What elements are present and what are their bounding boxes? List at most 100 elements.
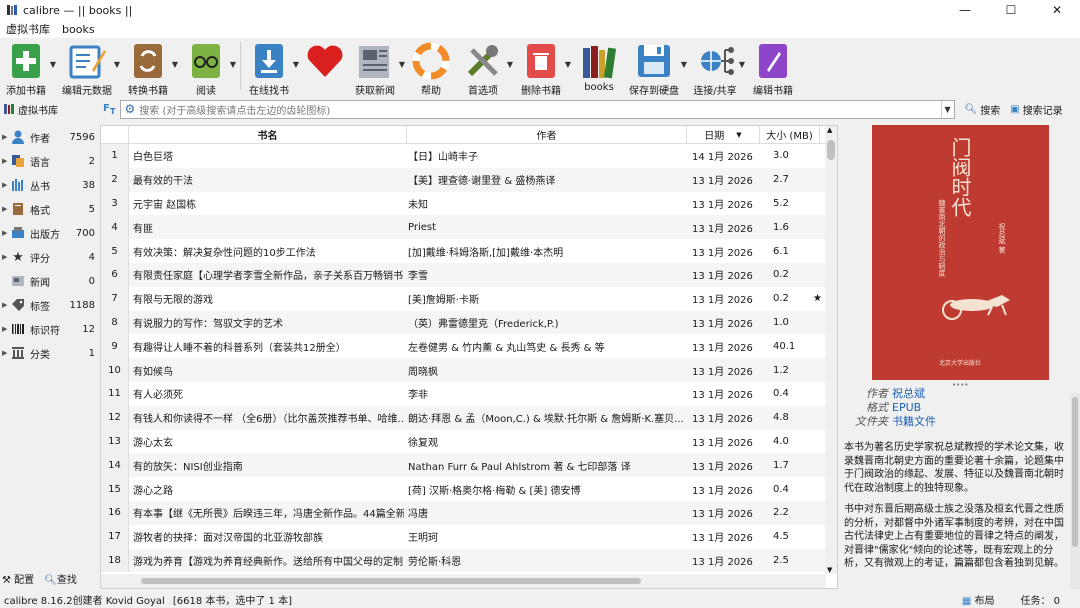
expand-arrow-icon[interactable]: ▶ [2, 301, 10, 309]
row-number: 7 [101, 286, 129, 311]
get-books-button[interactable]: 在线找书 ▼ [247, 38, 299, 97]
layout-button[interactable]: ▦ 布局 [962, 592, 995, 607]
expand-arrow-icon[interactable]: ▶ [2, 181, 10, 189]
column-header-author[interactable]: 作者 [407, 126, 687, 143]
connect-share-button[interactable]: 连接/共享 ▼ [693, 38, 745, 97]
donate-heart-button[interactable] [303, 38, 347, 93]
chevron-down-icon[interactable]: ▼ [739, 60, 745, 69]
chevron-down-icon[interactable]: ▼ [50, 60, 56, 69]
expand-arrow-icon[interactable]: ▶ [2, 253, 10, 261]
virtual-library-button[interactable]: 虚拟书库 [3, 102, 103, 117]
maximize-icon[interactable]: ☐ [988, 0, 1034, 20]
table-row[interactable]: 11 有人必须死 李非 13 1月 2026 0.4 [101, 381, 837, 406]
tag-item-publishers[interactable]: ▶ 出版方 700 [0, 221, 99, 245]
table-row[interactable]: 10 有如候鸟 周晓枫 13 1月 2026 1.2 [101, 358, 837, 382]
author-link[interactable]: 祝总斌 [892, 387, 925, 400]
cell-size: 5.2 [773, 197, 789, 209]
row-number: 15 [101, 477, 129, 501]
chevron-down-icon[interactable]: ▼ [399, 60, 405, 69]
table-row[interactable]: 18 游戏为养育【游戏为养育经典新作。送给所有中国父母的定制... 劳伦斯·科恩 13… [101, 548, 837, 573]
edit-metadata-button[interactable]: 编辑元数据 ▼ [62, 38, 120, 97]
table-row[interactable]: 6 有限责任家庭【心理学者李雪全新作品，亲子关系百万畅销书... 李雪 13 1月 2… [101, 262, 837, 287]
cell-size: 0.2 [773, 269, 789, 281]
chevron-down-icon[interactable]: ▼ [940, 100, 954, 118]
save-to-disk-button[interactable]: 保存到硬盘 ▼ [629, 38, 687, 97]
remove-books-button[interactable]: 删除书籍 ▼ [519, 38, 571, 97]
table-row[interactable]: 1 白色巨塔 【日】山崎丰子 14 1月 2026 3.0 [101, 144, 837, 168]
tag-item-identifiers[interactable]: ▶ 标识符 12 [0, 317, 99, 341]
row-number: 1 [101, 144, 129, 168]
convert-icon [134, 44, 162, 78]
tag-item-tags[interactable]: ▶ 标签 1188 [0, 293, 99, 317]
column-header-size[interactable]: 大小 (MB) [760, 126, 820, 143]
tag-item-series[interactable]: ▶ 丛书 38 [0, 173, 99, 197]
table-row[interactable]: 2 最有效的干法 【美】理查德·谢里登 & 盛杨燕译 13 1月 2026 2.7 [101, 167, 837, 192]
table-row[interactable]: 12 有钱人和你读得不一样 （全6册）（比尔盖茨推荐书单、哈维... 朗达·拜恩 &… [101, 405, 837, 430]
search-button[interactable]: 🔍︎ 搜索 [965, 102, 1001, 117]
read-button[interactable]: 阅读 ▼ [184, 38, 236, 97]
chevron-down-icon[interactable]: ▼ [114, 60, 120, 69]
resize-handle-icon[interactable]: •••• [952, 381, 969, 389]
help-button[interactable]: 帮助 [409, 38, 453, 97]
tag-item-formats[interactable]: ▶ 格式 5 [0, 197, 99, 221]
minimize-icon[interactable]: — [942, 0, 988, 20]
chevron-down-icon[interactable]: ▼ [172, 60, 178, 69]
expand-arrow-icon[interactable]: ▶ [2, 325, 10, 333]
tag-item-categories[interactable]: ▶ 分类 1 [0, 341, 99, 365]
library-button[interactable]: books [577, 38, 621, 93]
table-row[interactable]: 13 游心太玄 徐复观 13 1月 2026 4.0 [101, 429, 837, 454]
details-scrollbar[interactable] [1070, 393, 1080, 589]
fetch-news-button[interactable]: 获取新闻 ▼ [353, 38, 405, 97]
column-header-date[interactable]: 日期 ▼ [687, 126, 760, 143]
expand-arrow-icon[interactable]: ▶ [2, 229, 10, 237]
horizontal-scrollbar[interactable] [101, 574, 826, 588]
book-cover[interactable]: 门阀时代 魏晋南北朝的政治与制度 祝总斌 著 北京大学出版社 [872, 125, 1049, 380]
chevron-down-icon[interactable]: ▼ [565, 60, 571, 69]
column-header-title[interactable]: 书名 [129, 126, 407, 143]
gear-icon[interactable]: ⚙ [125, 102, 136, 116]
vertical-scrollbar[interactable]: ▲ ▼ [825, 126, 837, 574]
table-row[interactable]: 3 元宇宙 赵国栋 未知 13 1月 2026 5.2 [101, 191, 837, 216]
jobs-indicator[interactable]: 任务： 0 [1020, 592, 1060, 607]
table-row[interactable]: 15 游心之路 [荷] 汉斯·格奥尔格·梅勒 & [美] 德安博 13 1月 2026… [101, 477, 837, 501]
chevron-down-icon[interactable]: ▼ [230, 60, 236, 69]
news-icon [359, 46, 389, 78]
table-row[interactable]: 4 有匪 Priest 13 1月 2026 1.6 [101, 215, 837, 240]
cell-title: 有限与无限的游戏 [133, 295, 213, 307]
folder-link[interactable]: 书籍文件 [892, 415, 936, 428]
preferences-button[interactable]: 首选项 ▼ [461, 38, 513, 97]
saved-searches-button[interactable]: ▣ 搜索记录 [1010, 102, 1062, 117]
table-row[interactable]: 8 有说服力的写作：驾驭文字的艺术 （英）弗雷德里克（Frederick,P.) 13… [101, 310, 837, 335]
add-book-button[interactable]: 添加书籍 ▼ [4, 38, 56, 97]
cell-author: 朗达·拜恩 & 孟（Moon,C.) & 埃默·托尔斯 & 詹姆斯·K.塞贝..… [408, 414, 684, 426]
find-button[interactable]: 🔍︎查找 [44, 571, 77, 586]
table-row[interactable]: 9 有趣得让人睡不着的科普系列（套装共12册全） 左卷健男 & 竹内薰 & 丸山笃史… [101, 334, 837, 359]
expand-arrow-icon[interactable]: ▶ [2, 133, 10, 141]
full-text-search-icon[interactable]: FT [103, 103, 116, 116]
search-input[interactable]: ⚙ 搜索 (对于高级搜索请点击左边的齿轮图标) ▼ [119, 99, 955, 119]
tag-item-news[interactable]: 新闻 0 [0, 269, 99, 293]
format-link[interactable]: EPUB [892, 401, 921, 414]
tag-item-languages[interactable]: ▶ 语言 2 [0, 149, 99, 173]
convert-book-button[interactable]: 转换书籍 ▼ [126, 38, 178, 97]
table-row[interactable]: 16 有本事【继《无所畏》后睽违三年，冯唐全新作品。44篇全新... 冯唐 13 1月… [101, 500, 837, 525]
table-row[interactable]: 17 游牧者的抉择：面对汉帝国的北亚游牧部族 王明珂 13 1月 2026 4.5 [101, 524, 837, 549]
table-row[interactable]: 7 有限与无限的游戏 [美]詹姆斯·卡斯 13 1月 2026 0.2 ★ [101, 286, 837, 311]
chevron-down-icon[interactable]: ▼ [293, 60, 299, 69]
expand-arrow-icon[interactable]: ▶ [2, 205, 10, 213]
table-row[interactable]: 14 有的放矢：NISI创业指南 Nathan Furr & Paul Ahlstr… [101, 453, 837, 478]
menu-virtual-library[interactable]: 虚拟书库 [6, 21, 50, 37]
expand-arrow-icon[interactable]: ▶ [2, 349, 10, 357]
expand-arrow-icon[interactable]: ▶ [2, 157, 10, 165]
chevron-down-icon[interactable]: ▼ [507, 60, 513, 69]
edit-book-button[interactable]: 编辑书籍 [751, 38, 795, 97]
delete-icon [527, 44, 555, 78]
close-icon[interactable]: ✕ [1034, 0, 1080, 20]
menu-books[interactable]: books [62, 23, 95, 36]
table-row[interactable]: 5 有效决策：解决复杂性问题的10步工作法 [加]戴维·科姆洛斯,[加]戴维·本杰明… [101, 239, 837, 263]
configure-button[interactable]: ⚒ 配置 [2, 571, 34, 586]
download-icon [255, 44, 283, 78]
tag-item-authors[interactable]: ▶ 作者 7596 [0, 125, 99, 149]
chevron-down-icon[interactable]: ▼ [681, 60, 687, 69]
tag-item-rating[interactable]: ▶ ★ 评分 4 [0, 245, 99, 269]
